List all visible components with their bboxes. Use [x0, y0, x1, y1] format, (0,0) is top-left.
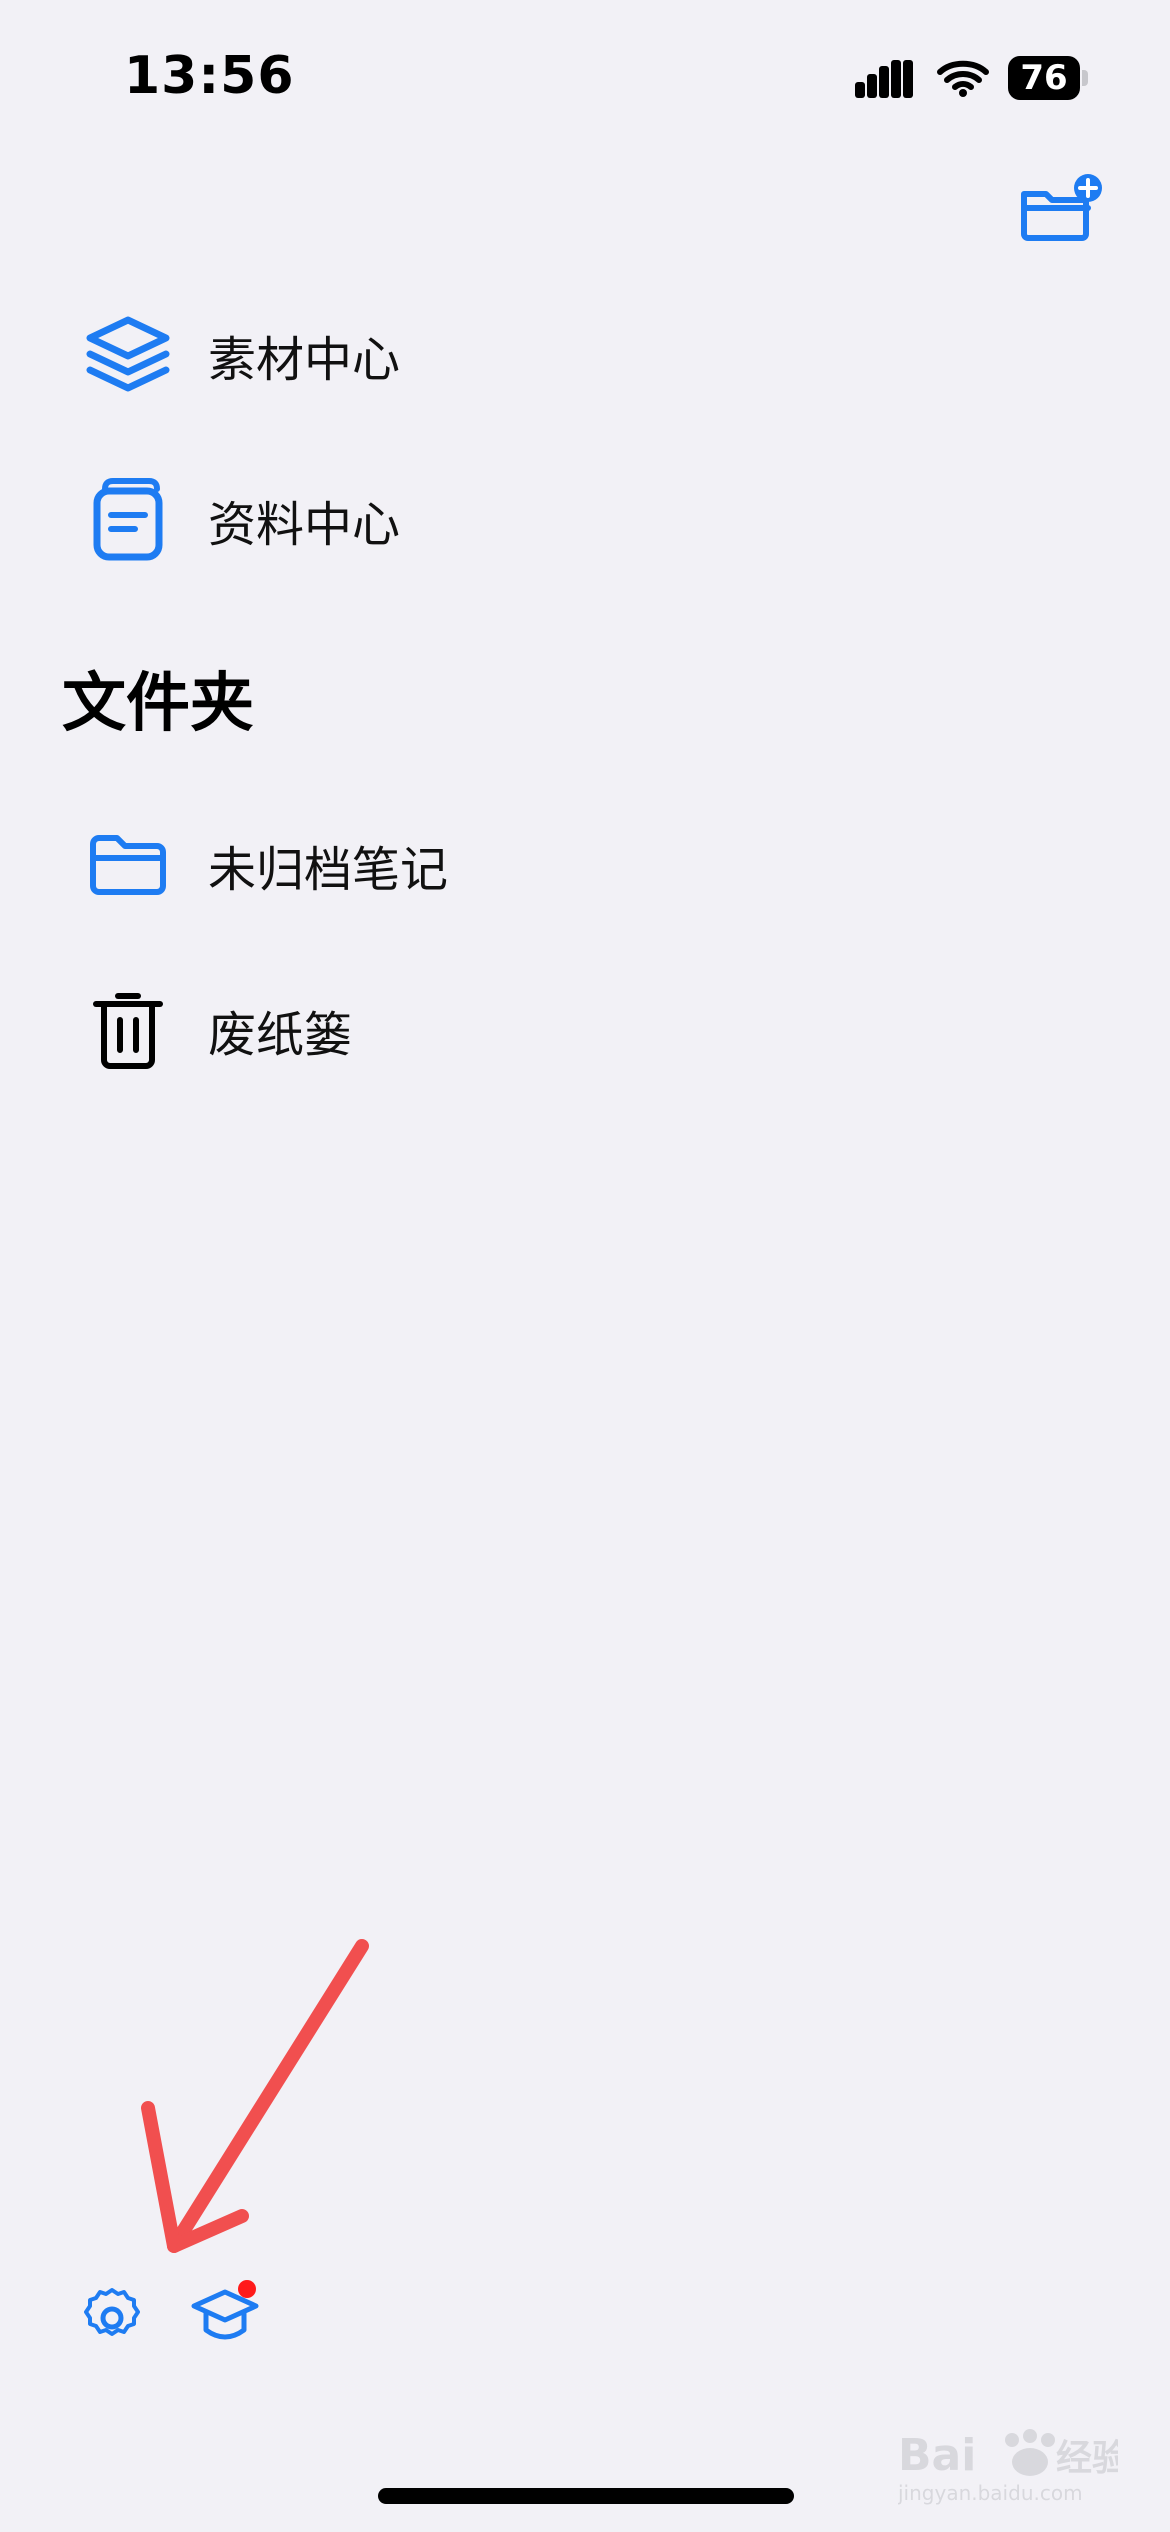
gear-icon[interactable] [80, 2286, 144, 2350]
annotation-arrow [141, 1939, 369, 2253]
library-item-label: 资料中心 [208, 497, 401, 553]
folder-plus-icon[interactable] [1018, 172, 1104, 246]
library-item-materials[interactable]: 素材中心 [60, 300, 1110, 410]
svg-text:jingyan.baidu.com: jingyan.baidu.com [898, 2481, 1083, 2505]
library-item-label: 素材中心 [208, 332, 401, 388]
folder-icon [80, 817, 176, 913]
battery-level: 76 [1020, 58, 1068, 98]
folders-section-title: 文件夹 [62, 667, 254, 741]
home-indicator [378, 2488, 794, 2504]
library-item-documents[interactable]: 资料中心 [60, 465, 1110, 575]
folder-item-label: 废纸篓 [208, 1007, 353, 1063]
layers-icon [80, 307, 176, 403]
document-stack-icon [80, 472, 176, 568]
signal-icon [855, 60, 913, 98]
battery-cap [1082, 70, 1088, 86]
folder-item-label: 未归档笔记 [208, 842, 449, 898]
battery-icon: 76 [1008, 56, 1080, 100]
status-time: 13:56 [124, 46, 295, 106]
svg-text:经验: 经验 [1056, 2438, 1118, 2479]
baidu-watermark-logo: Bai 经验 jingyan.baidu.com [898, 2429, 1118, 2505]
wifi-icon [937, 60, 989, 97]
trash-icon [80, 982, 176, 1078]
folder-item-unarchived[interactable]: 未归档笔记 [60, 810, 1110, 920]
notification-badge [238, 2280, 256, 2298]
folder-item-trash[interactable]: 废纸篓 [60, 975, 1110, 1085]
svg-text:Bai: Bai [898, 2430, 976, 2481]
